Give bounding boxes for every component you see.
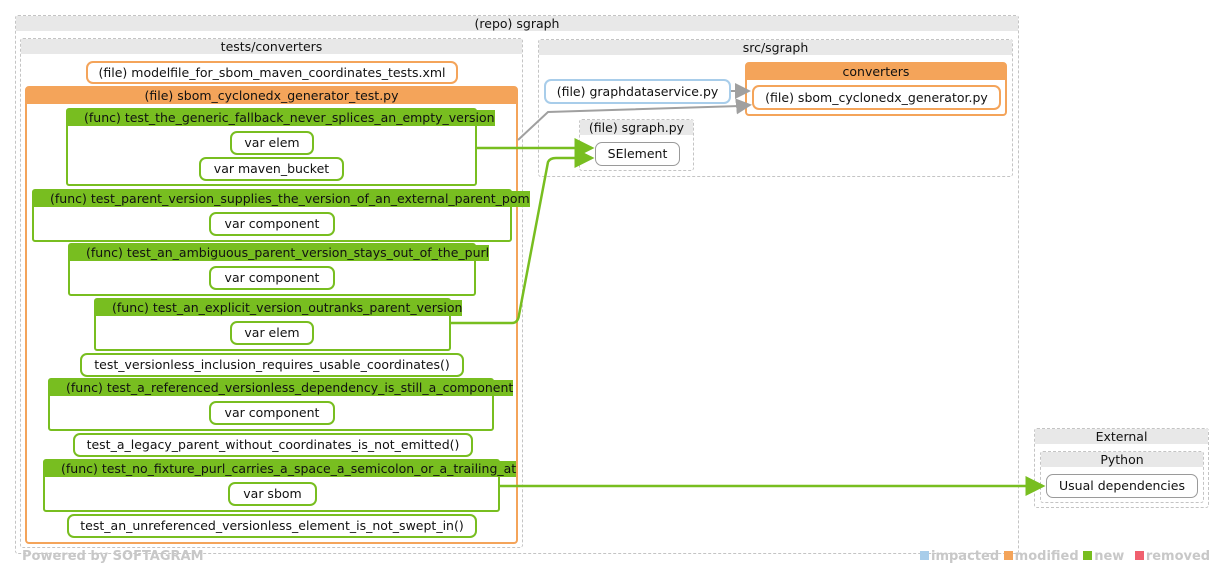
legend-removed-swatch	[1134, 551, 1144, 560]
legend-new-swatch	[1083, 551, 1093, 560]
legend-removed: removed	[1129, 549, 1210, 564]
legend-impacted-swatch	[920, 551, 929, 560]
legend: impacted modified new removed	[920, 549, 1210, 564]
edge-testfile-to-generator	[517, 98, 752, 141]
legend-modified: modified	[1003, 549, 1079, 564]
legend-new: new	[1083, 549, 1124, 564]
edges-layer	[451, 83, 1046, 496]
legend-impacted: impacted	[920, 549, 999, 564]
edge-func3-to-selement	[451, 148, 595, 325]
legend-modified-swatch	[1003, 551, 1013, 560]
powered-by-text: Powered by SOFTAGRAM	[22, 549, 204, 564]
